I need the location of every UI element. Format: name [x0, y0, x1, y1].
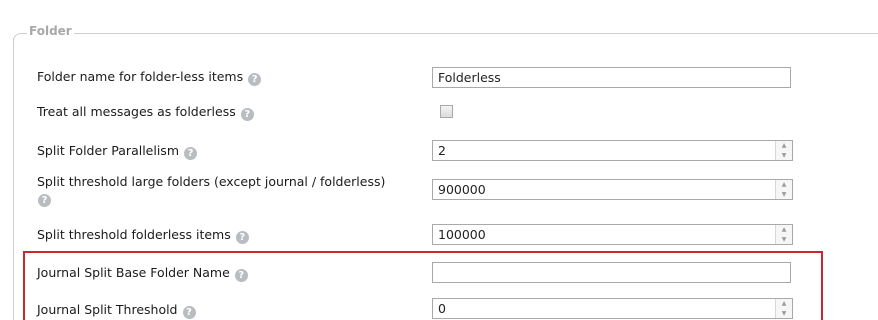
- split-parallelism-label: Split Folder Parallelism?: [37, 143, 197, 160]
- folder-name-input[interactable]: Folderless: [432, 67, 791, 88]
- spinner-buttons: ▲ ▼: [775, 180, 792, 199]
- split-threshold-folderless-label: Split threshold folderless items?: [37, 227, 249, 244]
- spinner-buttons: ▲ ▼: [775, 141, 792, 160]
- spinner-buttons: ▲ ▼: [775, 299, 792, 318]
- help-icon[interactable]: ?: [38, 194, 51, 207]
- split-threshold-large-value: 900000: [438, 182, 486, 197]
- help-icon[interactable]: ?: [234, 269, 248, 282]
- split-parallelism-spinner[interactable]: 2 ▲ ▼: [432, 140, 793, 161]
- fieldset-corner: [13, 33, 23, 43]
- spinner-buttons: ▲ ▼: [775, 225, 792, 244]
- split-parallelism-label-text: Split Folder Parallelism: [37, 143, 179, 158]
- split-threshold-large-label: Split threshold large folders (except jo…: [37, 174, 432, 207]
- fieldset-border-left: [13, 38, 14, 320]
- fieldset-border-top: [23, 33, 878, 34]
- help-icon[interactable]: ?: [248, 73, 262, 86]
- treat-folderless-checkbox[interactable]: [440, 105, 453, 118]
- spin-up-button[interactable]: ▲: [776, 299, 792, 309]
- journal-split-threshold-label: Journal Split Threshold?: [37, 302, 196, 319]
- spin-up-button[interactable]: ▲: [776, 225, 792, 235]
- journal-split-threshold-label-text: Journal Split Threshold: [37, 302, 178, 317]
- split-threshold-large-label-text: Split threshold large folders (except jo…: [37, 174, 386, 189]
- spin-down-button[interactable]: ▼: [776, 235, 792, 245]
- treat-folderless-label: Treat all messages as folderless?: [37, 104, 254, 121]
- help-icon[interactable]: ?: [184, 147, 197, 160]
- journal-split-threshold-value: 0: [438, 301, 446, 316]
- split-threshold-folderless-spinner[interactable]: 100000 ▲ ▼: [432, 224, 793, 245]
- spin-down-button[interactable]: ▼: [776, 309, 792, 319]
- folder-name-label: Folder name for folder-less items?: [37, 69, 262, 86]
- split-threshold-folderless-value: 100000: [438, 227, 486, 242]
- fieldset-legend: Folder: [27, 24, 74, 38]
- split-parallelism-value: 2: [438, 143, 446, 158]
- split-threshold-folderless-label-text: Split threshold folderless items: [37, 227, 231, 242]
- spin-down-button[interactable]: ▼: [776, 190, 792, 200]
- help-icon[interactable]: ?: [240, 108, 254, 121]
- journal-base-folder-label-text: Journal Split Base Folder Name: [37, 265, 230, 280]
- journal-base-folder-input[interactable]: [432, 262, 791, 283]
- treat-folderless-label-text: Treat all messages as folderless: [37, 104, 236, 119]
- split-threshold-large-spinner[interactable]: 900000 ▲ ▼: [432, 179, 793, 200]
- spin-down-button[interactable]: ▼: [776, 151, 792, 161]
- help-icon[interactable]: ?: [235, 231, 249, 244]
- spin-up-button[interactable]: ▲: [776, 141, 792, 151]
- folder-settings-panel: Folder Folder name for folder-less items…: [0, 0, 878, 320]
- folder-name-label-text: Folder name for folder-less items: [37, 69, 244, 84]
- journal-base-folder-label: Journal Split Base Folder Name?: [37, 265, 248, 282]
- spin-up-button[interactable]: ▲: [776, 180, 792, 190]
- journal-split-threshold-spinner[interactable]: 0 ▲ ▼: [432, 298, 793, 319]
- help-icon[interactable]: ?: [182, 306, 196, 319]
